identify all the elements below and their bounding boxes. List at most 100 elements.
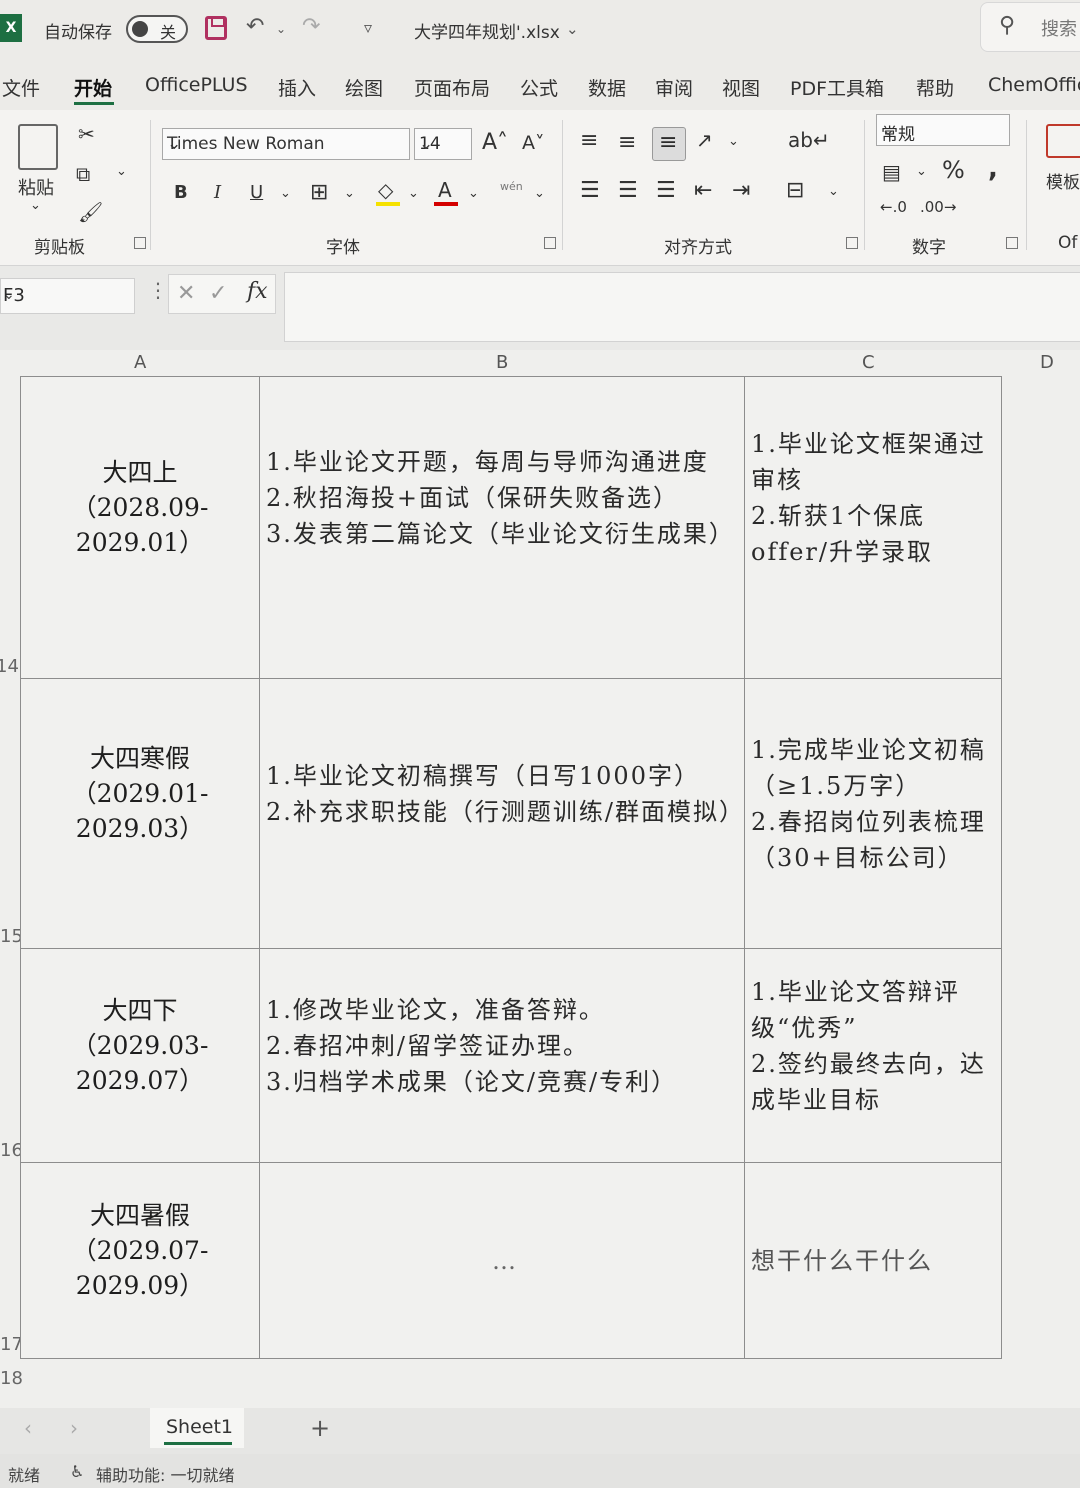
column-header-b[interactable]: B xyxy=(496,352,508,373)
increase-font-icon[interactable]: A˄ xyxy=(482,130,508,155)
underline-dropdown-icon[interactable]: ⌄ xyxy=(280,186,291,201)
scroll-left-icon[interactable]: ‹ xyxy=(24,1416,32,1440)
comma-style-icon[interactable]: , xyxy=(988,154,998,184)
align-middle-icon[interactable]: ≡ xyxy=(618,130,636,155)
name-box[interactable]: F3 ⌄ xyxy=(0,278,135,314)
cell-a17[interactable]: 大四暑假 （2029.07- 2029.09） xyxy=(20,1162,260,1359)
tab-chemoffice[interactable]: ChemOffic xyxy=(988,74,1080,96)
add-sheet-button[interactable]: + xyxy=(310,1414,330,1442)
font-color-dropdown-icon[interactable]: ⌄ xyxy=(468,186,479,201)
row-header-18[interactable]: 18 xyxy=(0,1368,23,1389)
merge-center-icon[interactable]: ⊟ xyxy=(786,178,804,203)
italic-button[interactable]: I xyxy=(214,182,221,203)
wrap-text-icon[interactable]: ab↵ xyxy=(788,128,830,152)
document-title[interactable]: 大学四年规划'.xlsx xyxy=(414,18,560,43)
undo-dropdown-icon[interactable]: ⌄ xyxy=(276,22,286,36)
phonetic-icon[interactable]: wén xyxy=(500,180,523,193)
undo-icon[interactable]: ↶ xyxy=(246,14,264,39)
cell-b16[interactable]: 1.修改毕业论文，准备答辩。 2.春招冲刺/留学签证办理。 3.归档学术成果（论… xyxy=(259,948,745,1163)
column-header-a[interactable]: A xyxy=(134,352,146,373)
accessibility-icon[interactable]: ♿ xyxy=(70,1462,84,1481)
bold-button[interactable]: B xyxy=(174,182,188,203)
cell-b15[interactable]: 1.毕业论文初稿撰写（日写1000字） 2.补充求职技能（行测题训练/群面模拟） xyxy=(259,678,745,949)
increase-decimal-icon[interactable]: ←.0 xyxy=(880,198,907,216)
template-icon[interactable] xyxy=(1046,124,1080,158)
percent-button[interactable]: % xyxy=(942,156,965,184)
scroll-right-icon[interactable]: › xyxy=(70,1416,78,1440)
customize-toolbar-icon[interactable]: ▿ xyxy=(364,18,372,37)
tab-review[interactable]: 审阅 xyxy=(655,74,693,101)
tab-page-layout[interactable]: 页面布局 xyxy=(414,74,490,101)
tab-insert[interactable]: 插入 xyxy=(278,74,316,101)
fill-dropdown-icon[interactable]: ⌄ xyxy=(408,186,419,201)
cell-c16[interactable]: 1.毕业论文答辩评级“优秀” 2.签约最终去向，达成毕业目标 xyxy=(744,948,1002,1163)
align-center-icon[interactable]: ☰ xyxy=(618,178,638,203)
column-header-c[interactable]: C xyxy=(862,352,875,373)
cell-c17[interactable]: 想干什么干什么 xyxy=(744,1162,1002,1359)
tab-draw[interactable]: 绘图 xyxy=(345,74,383,101)
tab-file[interactable]: 文件 xyxy=(2,74,40,101)
orientation-dropdown-icon[interactable]: ⌄ xyxy=(728,134,739,149)
cut-icon[interactable]: ✂ xyxy=(78,122,95,146)
clipboard-launcher-icon[interactable] xyxy=(134,237,146,249)
align-right-icon[interactable]: ☰ xyxy=(656,178,676,203)
merge-dropdown-icon[interactable]: ⌄ xyxy=(828,184,839,199)
search-box[interactable]: ⚲ 搜索 xyxy=(980,2,1080,52)
cell-c14[interactable]: 1.毕业论文框架通过审核 2.斩获1个保底offer/升学录取 xyxy=(744,376,1002,679)
paste-dropdown-icon[interactable]: ⌄ xyxy=(30,198,41,213)
redo-icon[interactable]: ↷ xyxy=(302,14,320,39)
column-header-d[interactable]: D xyxy=(1040,352,1054,373)
cell-b14[interactable]: 1.毕业论文开题，每周与导师沟通进度 2.秋招海投+面试（保研失败备选） 3.发… xyxy=(259,376,745,679)
cancel-icon[interactable]: ✕ xyxy=(177,281,195,306)
format-painter-icon[interactable]: 🖌 xyxy=(78,200,103,224)
row-header-14[interactable]: 14 xyxy=(0,656,19,677)
paste-icon[interactable] xyxy=(18,124,58,170)
tab-formulas[interactable]: 公式 xyxy=(520,74,558,101)
accounting-dropdown-icon[interactable]: ⌄ xyxy=(916,164,927,179)
tab-home[interactable]: 开始 xyxy=(74,74,112,101)
cell-a14[interactable]: 大四上 （2028.09- 2029.01） xyxy=(20,376,260,679)
autosave-toggle[interactable]: 关 xyxy=(126,15,188,43)
cell-a16[interactable]: 大四下 （2029.03- 2029.07） xyxy=(20,948,260,1163)
align-top-icon[interactable]: ≡ xyxy=(580,128,598,153)
cell-c15[interactable]: 1.完成毕业论文初稿（≥1.5万字） 2.春招岗位列表梳理（30+目标公司） xyxy=(744,678,1002,949)
accessibility-status[interactable]: 辅助功能: 一切就绪 xyxy=(96,1462,234,1486)
font-size-select[interactable]: 14 ⌄ xyxy=(414,128,472,160)
font-launcher-icon[interactable] xyxy=(544,237,556,249)
cell-a15[interactable]: 大四寒假 （2029.01- 2029.03） xyxy=(20,678,260,949)
cell-b17[interactable]: … xyxy=(259,1162,745,1359)
number-format-select[interactable]: 常规 ⌄ xyxy=(876,114,1010,146)
fill-color-icon[interactable]: ◇ xyxy=(378,178,393,202)
borders-dropdown-icon[interactable]: ⌄ xyxy=(344,186,355,201)
tab-data[interactable]: 数据 xyxy=(588,74,626,101)
alignment-launcher-icon[interactable] xyxy=(846,237,858,249)
orientation-icon[interactable]: ↗ xyxy=(696,128,713,152)
align-bottom-button[interactable]: ≡ xyxy=(652,127,686,161)
sheet-tab-sheet1[interactable]: Sheet1 xyxy=(150,1408,244,1448)
increase-indent-icon[interactable]: ⇥ xyxy=(732,178,750,203)
tab-view[interactable]: 视图 xyxy=(722,74,760,101)
copy-dropdown-icon[interactable]: ⌄ xyxy=(116,164,127,179)
save-icon[interactable] xyxy=(205,16,227,40)
formula-input[interactable] xyxy=(284,272,1080,342)
confirm-icon[interactable]: ✓ xyxy=(209,281,227,306)
tab-help[interactable]: 帮助 xyxy=(916,74,954,101)
decrease-font-icon[interactable]: A˅ xyxy=(522,132,545,154)
insert-function-button[interactable]: fx xyxy=(247,279,268,304)
font-color-icon[interactable]: A xyxy=(438,178,452,202)
copy-icon[interactable]: ⧉ xyxy=(76,162,90,186)
decrease-decimal-icon[interactable]: .00→ xyxy=(920,198,956,216)
font-name-select[interactable]: Times New Roman ⌄ xyxy=(162,128,410,160)
underline-button[interactable]: U xyxy=(250,182,263,203)
accounting-format-icon[interactable]: ▤ xyxy=(882,160,901,184)
borders-icon[interactable]: ⊞ xyxy=(310,180,328,205)
phonetic-dropdown-icon[interactable]: ⌄ xyxy=(534,186,545,201)
paste-label[interactable]: 粘贴 xyxy=(18,174,54,200)
tab-pdf-tools[interactable]: PDF工具箱 xyxy=(790,74,884,101)
tab-officeplus[interactable]: OfficePLUS xyxy=(145,74,248,96)
decrease-indent-icon[interactable]: ⇤ xyxy=(694,178,712,203)
number-launcher-icon[interactable] xyxy=(1006,237,1018,249)
title-chevron-down-icon[interactable]: ⌄ xyxy=(566,20,579,38)
align-left-icon[interactable]: ☰ xyxy=(580,178,600,203)
more-options-icon[interactable]: ⋮ xyxy=(148,278,168,302)
